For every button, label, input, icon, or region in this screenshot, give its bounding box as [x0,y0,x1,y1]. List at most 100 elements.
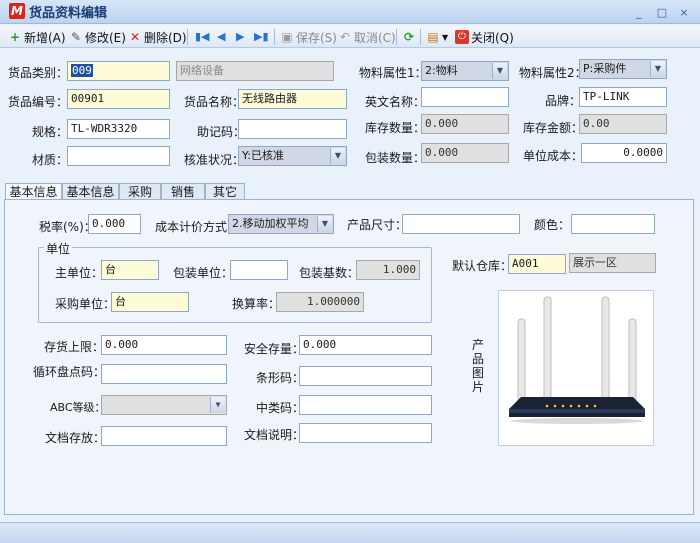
cancel-button[interactable]: ↶ 取消(C) [338,28,396,46]
purchase-unit-input[interactable]: 台 [111,292,189,312]
toolbar-separator [187,29,188,45]
abc-label: ABC等级： [50,401,106,414]
brand-label: 品牌： [545,94,582,108]
main-unit-label: 主单位： [55,266,104,280]
unit-cost-label: 单位成本： [523,149,584,163]
toolbar-separator [420,29,421,45]
chevron-down-icon[interactable]: ▼ [317,216,332,232]
product-photo[interactable] [498,290,654,446]
attr1-label: 物料属性1： [359,66,427,80]
category-name-field: 网络设备 [176,61,334,81]
brand-input[interactable]: TP-LINK [579,87,667,107]
spec-label: 规格： [32,125,69,139]
unit-group-title: 单位 [44,240,73,257]
main-unit-input[interactable]: 台 [101,260,159,280]
name-label: 货品名称： [184,95,245,109]
attr1-select[interactable]: 2:物料 ▼ [421,61,509,81]
mid-code-input[interactable] [299,395,432,415]
pack-qty-label: 包装数量： [365,151,426,165]
tax-input[interactable]: 0.000 [88,214,141,234]
toolbar: + 新增(A) ✎ 修改(E) ✕ 删除(D) ▮◀ ◀ ▶ ▶▮ ▣ 保存(S… [0,26,700,48]
stock-qty-label: 库存数量： [365,121,426,135]
doc-store-label: 文档存放： [45,431,106,445]
print-dropdown-button[interactable]: ▤ ▼ [426,28,448,46]
close-window-button[interactable]: × [677,7,691,19]
stock-amt-label: 库存金额： [523,121,584,135]
approval-label: 核准状况： [184,153,245,167]
pack-unit-input[interactable] [230,260,288,280]
pack-base-field: 1.000 [356,260,420,280]
cycle-code-label: 循环盘点码： [33,365,106,379]
cycle-code-input[interactable] [101,364,227,384]
toolbar-separator [274,29,275,45]
material-input[interactable] [67,146,170,166]
warehouse-name-field: 展示一区 [569,253,656,273]
category-label: 货品类别： [8,66,69,80]
router-image [509,296,645,424]
barcode-input[interactable] [299,366,432,386]
size-input[interactable] [402,214,520,234]
color-label: 颜色： [534,218,571,232]
color-input[interactable] [571,214,655,234]
unit-cost-input[interactable]: 0.0000 [581,143,667,163]
window-title: 货品资料编辑 [29,6,108,21]
photo-label: 产品图片 [472,338,485,394]
chevron-down-icon[interactable]: ▼ [492,63,507,79]
minimize-button[interactable]: _ [632,7,646,19]
spec-input[interactable]: TL-WDR3320 [67,119,170,139]
code-input[interactable]: 00901 [67,89,170,109]
last-record-icon[interactable]: ▶▮ [254,30,269,43]
code-label: 货品编号： [8,95,69,109]
barcode-label: 条形码： [256,371,305,385]
status-bar [0,522,700,543]
memo-code-input[interactable] [238,119,347,139]
pack-qty-field: 0.000 [421,143,509,163]
purchase-unit-label: 采购单位： [55,297,116,311]
save-button[interactable]: ▣ 保存(S) [280,28,337,46]
next-record-icon[interactable]: ▶ [236,30,244,43]
edit-button[interactable]: ✎ 修改(E) [69,28,126,46]
cost-method-label: 成本计价方式： [155,220,240,234]
print-icon: ▤ [427,30,439,44]
prev-record-icon[interactable]: ◀ [217,30,225,43]
delete-icon: ✕ [129,30,141,44]
abc-select[interactable]: ▼ [101,395,227,415]
en-name-input[interactable] [421,87,509,107]
add-icon: + [9,30,21,44]
safe-stock-input[interactable]: 0.000 [299,335,432,355]
save-icon: ▣ [281,30,293,44]
restore-button[interactable]: □ [655,7,669,19]
en-name-label: 英文名称： [365,95,426,109]
max-stock-label: 存货上限： [44,340,105,354]
size-label: 产品尺寸： [347,218,408,232]
title-bar: M 货品资料编辑 _ □ × [0,0,700,24]
doc-desc-input[interactable] [299,423,432,443]
warehouse-code-input[interactable]: A001 [508,254,566,274]
doc-store-input[interactable] [101,426,227,446]
pack-unit-label: 包装单位： [173,266,234,280]
max-stock-input[interactable]: 0.000 [101,335,227,355]
first-record-icon[interactable]: ▮◀ [195,30,210,43]
stock-qty-field: 0.000 [421,114,509,134]
pencil-icon: ✎ [70,30,82,44]
doc-desc-label: 文档说明： [244,428,305,442]
pack-base-label: 包装基数： [299,266,360,280]
power-icon: ⏻ [455,30,469,44]
stock-amt-field: 0.00 [579,114,667,134]
cost-method-select[interactable]: 2.移动加权平均 ▼ [228,214,334,234]
name-input[interactable]: 无线路由器 [238,89,347,109]
close-button[interactable]: ⏻ 关闭(Q) [455,28,514,46]
refresh-button[interactable]: ⟳ [402,28,418,46]
delete-button[interactable]: ✕ 删除(D) [128,28,187,46]
add-button[interactable]: + 新增(A) [8,28,66,46]
chevron-down-icon[interactable]: ▼ [650,61,665,77]
undo-icon: ↶ [339,30,351,44]
approval-select[interactable]: Y:已核准 ▼ [238,146,347,166]
mid-code-label: 中类码： [256,401,305,415]
category-code-input[interactable]: 009 [67,61,170,81]
refresh-icon: ⟳ [403,30,415,44]
chevron-down-icon[interactable]: ▼ [210,397,225,413]
attr2-select[interactable]: P:采购件 ▼ [579,59,667,79]
toolbar-separator [396,29,397,45]
chevron-down-icon[interactable]: ▼ [330,148,345,164]
